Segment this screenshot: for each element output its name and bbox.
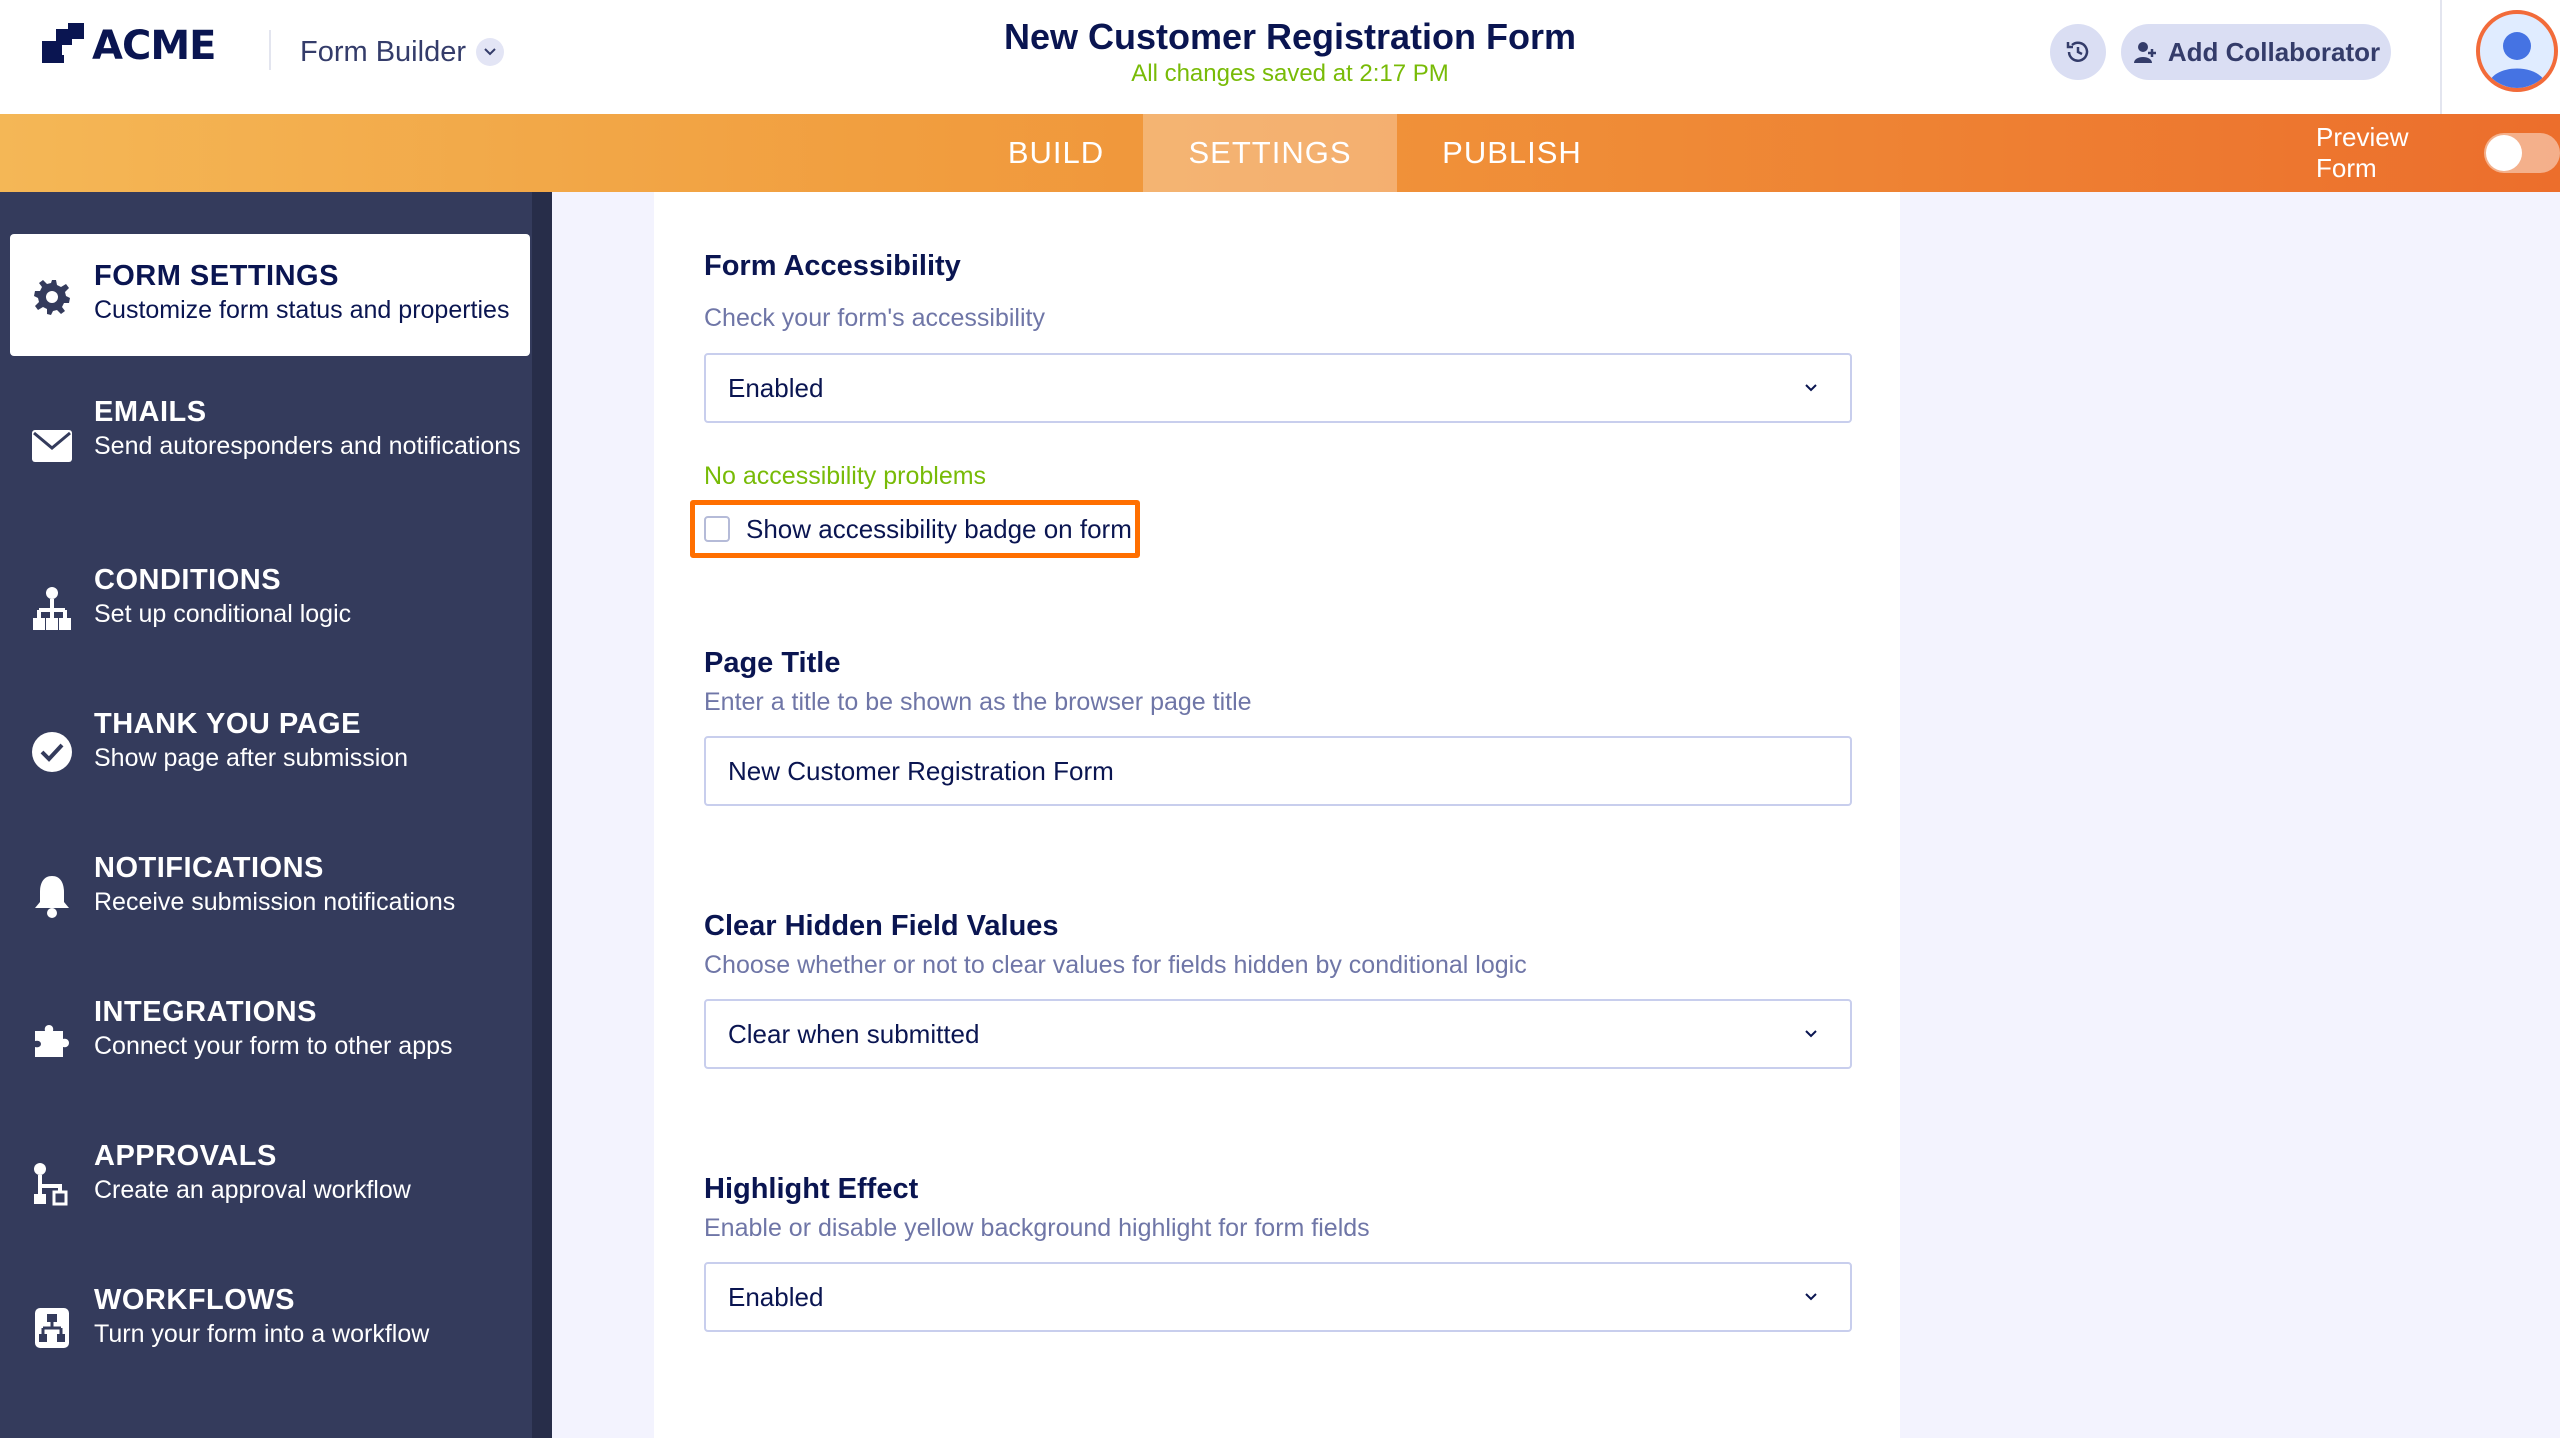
add-collaborator-button[interactable]: Add Collaborator [2121,24,2391,80]
sidebar-item-desc: Send autoresponders and notifications [94,432,521,460]
tab-publish[interactable]: PUBLISH [1397,114,1627,192]
add-user-icon [2133,42,2156,63]
sidebar-item-desc: Turn your form into a workflow [94,1320,430,1348]
sidebar-item-desc: Create an approval workflow [94,1176,411,1204]
tab-settings[interactable]: SETTINGS [1143,114,1397,192]
chevron-down-icon [1805,384,1817,392]
sidebar-item-notifications[interactable]: NOTIFICATIONS Receive submission notific… [10,852,530,952]
tab-build[interactable]: BUILD [966,114,1146,192]
sidebar-item-title: FORM SETTINGS [94,260,339,292]
sidebar-item-form-settings[interactable]: FORM SETTINGS Customize form status and … [10,234,530,356]
highlight-effect-select-value: Enabled [728,1281,824,1312]
revision-history-button[interactable] [2050,24,2106,80]
settings-sidebar: FORM SETTINGS Customize form status and … [0,192,552,1438]
user-icon [2488,32,2546,88]
sidebar-item-title: THANK YOU PAGE [94,708,361,740]
preview-form-label: Preview Form [2316,122,2409,183]
clear-hidden-select-value: Clear when submitted [728,1018,980,1049]
preview-form-toggle[interactable] [2484,133,2560,173]
sidebar-item-title: EMAILS [94,396,207,428]
page-title-input-value: New Customer Registration Form [728,755,1114,786]
sidebar-item-desc: Customize form status and properties [94,296,510,324]
workflow-icon [30,1306,74,1350]
sidebar-item-desc: Connect your form to other apps [94,1032,453,1060]
sidebar-item-title: NOTIFICATIONS [94,852,324,884]
highlight-effect-desc: Enable or disable yellow background high… [704,1214,1370,1242]
highlight-effect-title: Highlight Effect [704,1173,919,1205]
gear-icon [30,274,74,318]
page-title-heading: Page Title [704,647,841,679]
accessibility-status: No accessibility problems [704,462,987,490]
chevron-down-icon [1805,1293,1817,1301]
puzzle-icon [30,1018,74,1062]
chevron-down-icon [1805,1030,1817,1038]
page-title-desc: Enter a title to be shown as the browser… [704,688,1252,716]
sidebar-item-workflows[interactable]: WORKFLOWS Turn your form into a workflow [10,1284,530,1384]
accessibility-title: Form Accessibility [704,250,961,282]
sidebar-item-approvals[interactable]: APPROVALS Create an approval workflow [10,1140,530,1240]
envelope-icon [30,424,74,468]
clear-hidden-select[interactable]: Clear when submitted [704,999,1852,1069]
accessibility-badge-label[interactable]: Show accessibility badge on form [746,514,1132,545]
page-title-input[interactable]: New Customer Registration Form [704,736,1852,806]
approval-flow-icon [30,1162,74,1206]
bell-icon [30,874,74,918]
sidebar-item-conditions[interactable]: CONDITIONS Set up conditional logic [10,564,530,664]
settings-panel: Form Accessibility Check your form's acc… [654,192,1900,1438]
accessibility-select[interactable]: Enabled [704,353,1852,423]
sidebar-item-thank-you-page[interactable]: THANK YOU PAGE Show page after submissio… [10,708,530,808]
sidebar-item-title: APPROVALS [94,1140,277,1172]
sidebar-item-emails[interactable]: EMAILS Send autoresponders and notificat… [10,392,530,522]
sidebar-scrollbar[interactable] [532,192,552,1438]
sidebar-item-title: INTEGRATIONS [94,996,317,1028]
builder-nav: BUILD SETTINGS PUBLISH Preview Form [0,114,2560,192]
header-divider [2440,0,2442,114]
sidebar-item-title: WORKFLOWS [94,1284,296,1316]
clear-hidden-desc: Choose whether or not to clear values fo… [704,951,1527,979]
highlight-effect-select[interactable]: Enabled [704,1262,1852,1332]
clear-hidden-title: Clear Hidden Field Values [704,910,1059,942]
history-icon [2066,41,2089,62]
preview-form-control: Preview Form [2316,114,2560,192]
sidebar-item-title: CONDITIONS [94,564,282,596]
sidebar-item-desc: Show page after submission [94,744,409,772]
user-avatar[interactable] [2476,10,2558,92]
top-header: ACME Form Builder New Customer Registrat… [0,0,2560,114]
add-collaborator-label: Add Collaborator [2167,36,2381,67]
sidebar-item-integrations[interactable]: INTEGRATIONS Connect your form to other … [10,996,530,1096]
check-circle-icon [30,730,74,774]
toggle-knob [2486,135,2523,171]
sidebar-item-desc: Set up conditional logic [94,600,352,628]
sidebar-item-desc: Receive submission notifications [94,888,456,916]
accessibility-select-value: Enabled [728,372,824,403]
accessibility-badge-checkbox[interactable] [704,516,730,542]
hierarchy-icon [30,586,74,630]
accessibility-badge-checkbox-row[interactable]: Show accessibility badge on form [704,510,1132,548]
accessibility-desc: Check your form's accessibility [704,304,1045,332]
